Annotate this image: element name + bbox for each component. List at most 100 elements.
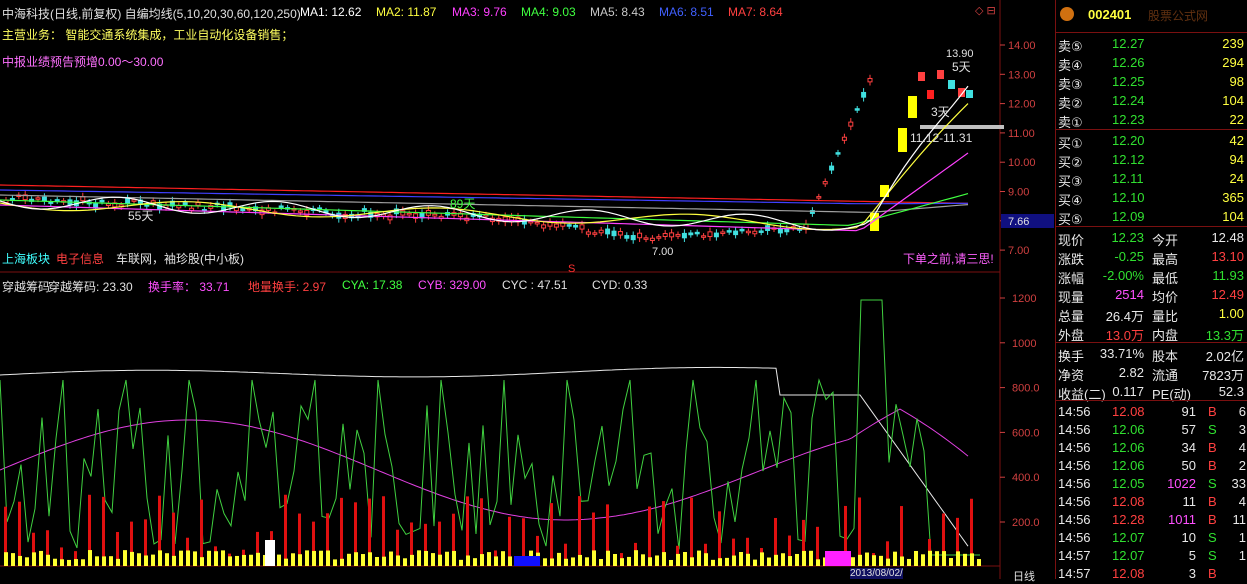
- turnover-bar: [977, 559, 981, 566]
- stat-value: 11.93: [1212, 268, 1244, 283]
- indicator-cyd: CYD: 0.33: [592, 278, 648, 292]
- turnover-bar: [879, 555, 883, 566]
- turnover-bar: [893, 551, 897, 566]
- turnover-bar: [312, 550, 316, 566]
- stat-value: -2.00%: [1102, 268, 1144, 283]
- candle: [605, 228, 611, 235]
- price-tick-label: 13.00: [1008, 69, 1036, 81]
- volume-bar: [200, 499, 203, 566]
- tick-volume: 1022: [1167, 476, 1196, 491]
- tick-volume: 10: [1181, 530, 1196, 545]
- volume-bar: [690, 497, 693, 566]
- turnover-bar: [949, 558, 953, 566]
- stats-row: 总量 26.4万 量比 1.00: [1056, 305, 1247, 324]
- stat-value: -0.25: [1114, 249, 1144, 264]
- turnover-bar: [767, 557, 771, 566]
- order-price: 12.24: [1112, 93, 1145, 108]
- tick-count: 4: [1238, 440, 1246, 455]
- cursor-date-label: 2013/08/02/: [850, 568, 903, 579]
- buy-row: 买② 12.12 94: [1056, 151, 1247, 170]
- industry-label[interactable]: 电子信息: [56, 250, 104, 267]
- current-price-label: 7.66: [1008, 216, 1029, 228]
- turnover-bar: [130, 551, 134, 566]
- turnover-bar: [746, 553, 750, 566]
- turnover-bar: [445, 551, 449, 566]
- fin-label: 换手: [1058, 349, 1085, 364]
- turnover-bar: [473, 558, 477, 566]
- tick-volume: 11: [1182, 494, 1197, 509]
- finance-row: 净资 2.82 流通 7823万: [1056, 364, 1247, 383]
- order-label: 卖②: [1058, 96, 1083, 111]
- tick-time: 14:56: [1058, 440, 1091, 455]
- turnover-bar: [67, 559, 71, 566]
- window-controls-icon[interactable]: ◇ ⊟: [975, 4, 996, 17]
- turnover-bar: [228, 556, 232, 566]
- turnover-bar: [389, 551, 393, 566]
- stat-label: 最低: [1152, 271, 1179, 286]
- stat-label: 涨跌: [1058, 252, 1085, 267]
- turnover-bar: [382, 556, 386, 566]
- turnover-bar: [424, 550, 428, 566]
- candle: [726, 230, 732, 233]
- candle: [681, 232, 687, 239]
- candle: [835, 152, 841, 155]
- candle: [528, 220, 534, 224]
- turnover-bar: [4, 552, 8, 566]
- turnover-bar: [788, 556, 792, 566]
- candle: [573, 224, 579, 228]
- top-candle: [948, 80, 955, 89]
- turnover-bar: [144, 555, 148, 566]
- order-volume: 42: [1229, 133, 1244, 148]
- candle: [54, 199, 60, 202]
- order-volume: 22: [1229, 112, 1244, 127]
- finance-row: 换手 33.71% 股本 2.02亿: [1056, 345, 1247, 364]
- tick-volume: 57: [1181, 422, 1196, 437]
- tick-row: 14:56 12.05 1022 S 33: [1056, 475, 1247, 493]
- turnover-bar: [599, 559, 603, 566]
- turnover-bar: [655, 555, 659, 566]
- sell-row: 卖④ 12.26 294: [1056, 54, 1247, 73]
- highlight-volume-bar: [265, 540, 275, 566]
- period-label[interactable]: 日线: [1013, 568, 1035, 584]
- turnover-bar: [179, 550, 183, 566]
- turnover-bar: [354, 552, 358, 566]
- stock-code: 002401: [1088, 7, 1132, 22]
- tick-direction: S: [1208, 476, 1217, 491]
- tick-price: 12.05: [1112, 476, 1145, 491]
- ma3-label: MA3: 9.76: [452, 5, 507, 19]
- chart-area[interactable]: 14.0013.0012.0011.0010.009.008.007.007.6…: [0, 0, 1055, 583]
- fin-value: 2.02亿: [1205, 349, 1244, 364]
- candle: [733, 230, 739, 236]
- turnover-bar: [620, 558, 624, 566]
- turnover-bar: [732, 555, 736, 566]
- candle: [829, 165, 835, 171]
- candle: [195, 202, 201, 206]
- tick-volume: 34: [1181, 440, 1196, 455]
- candle: [105, 203, 111, 207]
- turnover-bar: [914, 550, 918, 566]
- turnover-bar: [557, 552, 561, 566]
- turnover-bar: [781, 553, 785, 566]
- turnover-bar: [886, 558, 890, 566]
- tick-count: 3: [1238, 422, 1246, 437]
- candle: [816, 196, 822, 199]
- order-label: 卖⑤: [1058, 39, 1083, 54]
- price-tick-label: 11.00: [1008, 128, 1035, 140]
- rally-candle: [908, 96, 917, 118]
- logo-icon: [1060, 7, 1074, 21]
- order-volume: 98: [1229, 74, 1244, 89]
- candle: [579, 224, 585, 230]
- turnover-bar: [907, 558, 911, 566]
- turnover-bar: [340, 558, 344, 566]
- order-price: 12.25: [1112, 74, 1145, 89]
- stat-value: 12.23: [1111, 230, 1144, 245]
- turnover-bar: [319, 550, 323, 566]
- turnover-bar: [39, 550, 43, 566]
- candle: [713, 232, 719, 238]
- candle: [822, 181, 828, 185]
- tick-time: 14:56: [1058, 476, 1091, 491]
- candle: [35, 197, 41, 200]
- ma5-label: MA5: 8.43: [590, 5, 645, 19]
- buy-row: 买⑤ 12.09 104: [1056, 208, 1247, 227]
- sector-label[interactable]: 上海板块: [2, 250, 50, 267]
